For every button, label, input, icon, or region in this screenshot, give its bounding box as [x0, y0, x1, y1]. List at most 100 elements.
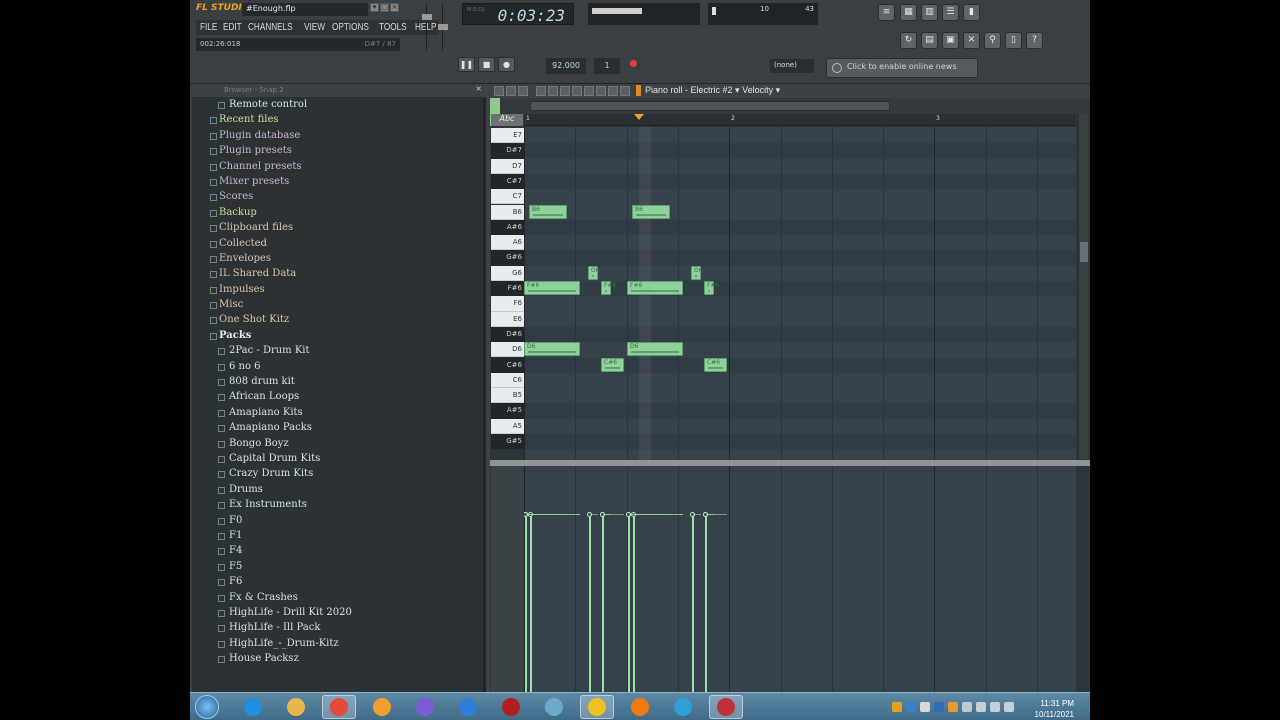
browser-item[interactable]: F0 — [192, 514, 486, 529]
paint-tool-icon[interactable] — [548, 86, 558, 96]
note-names-toggle[interactable]: Abc — [491, 114, 523, 126]
velocity-stem[interactable] — [633, 516, 635, 692]
browser-item[interactable]: Clipboard files — [192, 221, 486, 236]
record-button[interactable]: ● — [498, 57, 515, 72]
playback-tool-icon[interactable] — [620, 86, 630, 96]
note[interactable]: F#6 — [704, 281, 719, 295]
browser-item[interactable]: Ex Instruments — [192, 498, 486, 513]
browser-item[interactable]: Bongo Boyz — [192, 437, 486, 452]
restore-icon[interactable]: □ — [380, 3, 389, 12]
note[interactable]: G6 — [691, 266, 702, 280]
note[interactable]: D6 — [524, 342, 580, 356]
browser-item[interactable]: Mixer presets — [192, 175, 486, 190]
browser-item[interactable]: HighLife_-_Drum-Kitz — [192, 637, 486, 652]
taskbar-app[interactable] — [236, 695, 270, 719]
browser-item[interactable]: Plugin database — [192, 129, 486, 144]
master-pitch-slider[interactable] — [438, 4, 450, 50]
tray-network-icon[interactable] — [906, 702, 916, 712]
mixer-icon[interactable]: ▮ — [963, 4, 980, 21]
browser-item[interactable]: Capital Drum Kits — [192, 452, 486, 467]
stop-button[interactable]: ■ — [478, 57, 495, 72]
browser-item[interactable]: F4 — [192, 544, 486, 559]
note[interactable]: B6 — [529, 205, 567, 219]
browser-item[interactable]: 2Pac - Drum Kit — [192, 344, 486, 359]
browser-item[interactable]: Amapiano Kits — [192, 406, 486, 421]
note[interactable]: B6 — [632, 205, 670, 219]
browser-item[interactable]: Backup — [192, 206, 486, 221]
piano-key[interactable]: E6 — [491, 311, 524, 327]
minimize-icon[interactable]: ▾ — [370, 3, 379, 12]
step-sequencer-icon[interactable]: ▦ — [900, 4, 917, 21]
browser-item[interactable]: Impulses — [192, 283, 486, 298]
timeline-ruler[interactable]: 1 2 3 — [524, 114, 1076, 126]
browser-item[interactable]: 808 drum kit — [192, 375, 486, 390]
pencil-icon[interactable] — [506, 86, 516, 96]
browser-item[interactable]: 6 no 6 — [192, 360, 486, 375]
plugin-picker-icon[interactable]: ✕ — [963, 32, 980, 49]
note[interactable]: F#6 — [524, 281, 580, 295]
pattern-selector[interactable]: 1 — [594, 58, 620, 74]
tray-warning-icon[interactable] — [892, 702, 902, 712]
taskbar-app[interactable] — [709, 695, 743, 719]
playhead-marker[interactable] — [634, 114, 644, 120]
network-icon[interactable] — [990, 702, 1000, 712]
tempo-display[interactable]: 92.000 — [546, 58, 586, 74]
playlist-icon[interactable]: ≡ — [878, 4, 895, 21]
piano-key[interactable]: B6 — [491, 204, 524, 220]
menu-view[interactable]: VIEW — [304, 22, 325, 33]
note-grid[interactable]: B6 B6 G6 G6 F#6 F#6 F#6 F#6 D6 D6 C#6 C#6 — [524, 127, 1076, 460]
piano-key[interactable]: D7 — [491, 158, 524, 174]
velocity-editor[interactable] — [524, 466, 1076, 692]
browser-item[interactable]: One Shot Kitz — [192, 313, 486, 328]
browser-item[interactable]: Fx & Crashes — [192, 591, 486, 606]
menu-channels[interactable]: CHANNELS — [248, 22, 293, 33]
menu-file[interactable]: FILE — [200, 22, 217, 33]
select-tool-icon[interactable] — [596, 86, 606, 96]
piano-key[interactable]: C#7 — [491, 173, 524, 190]
draw-tool-icon[interactable] — [536, 86, 546, 96]
song-time-display[interactable]: M:S:CS 0:03:23 — [462, 3, 574, 25]
delete-tool-icon[interactable] — [560, 86, 570, 96]
browser-item[interactable]: Recent files — [192, 113, 486, 128]
piano-key[interactable]: G#6 — [491, 250, 524, 266]
taskbar-app[interactable] — [365, 695, 399, 719]
menu-edit[interactable]: EDIT — [223, 22, 242, 33]
piano-key[interactable]: G6 — [491, 265, 524, 281]
piano-key[interactable]: C#6 — [491, 357, 524, 373]
piano-key[interactable]: F#6 — [491, 281, 524, 297]
project-info-icon[interactable]: ▤ — [921, 32, 938, 49]
tray-office-icon[interactable] — [948, 702, 958, 712]
velocity-stem[interactable] — [602, 516, 604, 692]
velocity-stem[interactable] — [692, 516, 694, 692]
browser-item[interactable]: Scores — [192, 190, 486, 205]
note[interactable]: F#6 — [627, 281, 683, 295]
browser-item[interactable]: HighLife - Ill Pack — [192, 621, 486, 636]
zoom-tool-icon[interactable] — [608, 86, 618, 96]
piano-key[interactable]: G#5 — [491, 434, 524, 450]
browser-item[interactable]: Channel presets — [192, 160, 486, 175]
piano-key[interactable]: A5 — [491, 418, 524, 434]
menu-options[interactable]: OPTIONS — [332, 22, 369, 33]
piano-key[interactable]: E7 — [491, 128, 524, 144]
flag-icon[interactable] — [1004, 702, 1014, 712]
browser-item[interactable]: Amapiano Packs — [192, 421, 486, 436]
note[interactable]: D6 — [627, 342, 683, 356]
horizontal-scrollbar[interactable] — [530, 101, 890, 111]
tray-display-icon[interactable] — [934, 702, 944, 712]
slider-knob[interactable] — [422, 14, 432, 20]
velocity-stem[interactable] — [530, 516, 532, 692]
piano-key[interactable]: A6 — [491, 235, 524, 251]
help-icon[interactable]: ? — [1026, 32, 1043, 49]
browser-item[interactable]: F6 — [192, 575, 486, 590]
browser-item[interactable]: Crazy Drum Kits — [192, 467, 486, 482]
recording-indicator[interactable] — [630, 60, 637, 67]
browser-item[interactable]: Drums — [192, 483, 486, 498]
piano-key[interactable]: B5 — [491, 388, 524, 404]
velocity-stem[interactable] — [628, 516, 630, 692]
piano-key[interactable]: D#7 — [491, 143, 524, 159]
taskbar-app[interactable] — [623, 695, 657, 719]
taskbar-app[interactable] — [408, 695, 442, 719]
notes-icon[interactable]: ▯ — [1005, 32, 1022, 49]
piano-key[interactable]: C6 — [491, 372, 524, 389]
arrow-icon[interactable] — [494, 86, 504, 96]
